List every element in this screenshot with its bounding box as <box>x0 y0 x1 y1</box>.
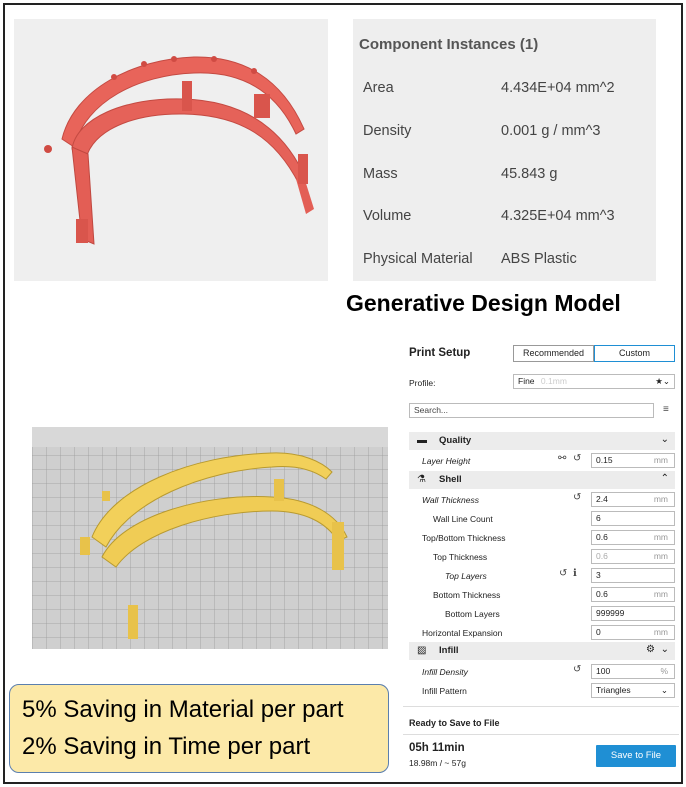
chevron-down-icon: ⌄ <box>660 644 669 655</box>
prop-volume-label: Volume <box>363 208 412 224</box>
prop-mass-label: Mass <box>363 166 398 182</box>
link-icon[interactable]: ⚯ <box>558 453 566 464</box>
infill-icon: ▨ <box>417 645 427 656</box>
infill-density-label: Infill Density <box>422 667 468 677</box>
profile-hint: 0.1mm <box>540 376 567 386</box>
prop-volume-value: 4.325E+04 mm^3 <box>501 208 615 224</box>
custom-mode-button[interactable]: Custom <box>594 345 675 362</box>
prop-density-label: Density <box>363 123 412 139</box>
chevron-down-icon: ⌄ <box>660 685 668 695</box>
search-input[interactable]: Search... <box>409 403 654 418</box>
layer-height-label: Layer Height <box>422 456 471 466</box>
infill-density-value: 100 <box>596 666 611 676</box>
top-bottom-thickness-label: Top/Bottom Thickness <box>422 533 506 543</box>
ready-to-save-label: Ready to Save to File <box>409 718 500 728</box>
infill-pattern-value: Triangles <box>596 685 631 695</box>
infill-pattern-dropdown[interactable]: Triangles ⌄ <box>591 683 675 698</box>
quality-icon: ▬ <box>417 435 427 446</box>
wall-thickness-field[interactable]: 2.4 mm <box>591 492 675 507</box>
reset-icon[interactable]: ↺ <box>573 453 581 464</box>
properties-title: Component Instances (1) <box>359 36 539 53</box>
red-model-render <box>14 19 328 281</box>
prop-material-value: ABS Plastic <box>501 251 577 267</box>
wall-thickness-value: 2.4 <box>596 494 608 504</box>
material-usage: 18.98m / ~ 57g <box>409 758 466 768</box>
reset-icon[interactable]: ↺ <box>559 568 567 579</box>
bottom-layers-label: Bottom Layers <box>445 609 500 619</box>
layer-height-value: 0.15 <box>596 455 613 465</box>
quality-section-label: Quality <box>439 435 472 446</box>
recommended-mode-button[interactable]: Recommended <box>513 345 594 362</box>
unit-label: mm <box>653 589 668 599</box>
gear-icon[interactable]: ⚙ <box>646 644 655 655</box>
infill-density-field[interactable]: 100 % <box>591 664 675 679</box>
infill-section-header[interactable]: ▨ Infill ⚙ ⌄ <box>409 642 675 660</box>
print-setup-title: Print Setup <box>409 347 471 359</box>
bottom-layers-value: 999999 <box>596 608 625 618</box>
info-icon[interactable]: ℹ <box>573 568 577 579</box>
reset-icon[interactable]: ↺ <box>573 492 581 503</box>
properties-panel: Component Instances (1) Area 4.434E+04 m… <box>353 19 656 281</box>
top-layers-value: 3 <box>596 570 601 580</box>
star-chevron-icon: ★⌄ <box>655 376 670 386</box>
profile-value: Fine <box>518 376 535 386</box>
top-bottom-thickness-field[interactable]: 0.6 mm <box>591 530 675 545</box>
chevron-down-icon: ⌄ <box>660 434 669 445</box>
wall-thickness-label: Wall Thickness <box>422 495 479 505</box>
unit-label: mm <box>653 532 668 542</box>
top-layers-field[interactable]: 3 <box>591 568 675 583</box>
horizontal-expansion-field[interactable]: 0 mm <box>591 625 675 640</box>
unit-label: mm <box>653 551 668 561</box>
prop-area-value: 4.434E+04 mm^2 <box>501 80 615 96</box>
infill-pattern-label: Infill Pattern <box>422 686 467 696</box>
prop-mass-value: 45.843 g <box>501 166 558 182</box>
profile-dropdown[interactable]: Fine 0.1mm ★⌄ <box>513 374 675 389</box>
print-time: 05h 11min <box>409 742 465 754</box>
unit-label: mm <box>653 627 668 637</box>
profile-label: Profile: <box>409 378 436 388</box>
savings-callout: 5% Saving in Material per part 2% Saving… <box>9 684 389 773</box>
bottom-thickness-label: Bottom Thickness <box>433 590 501 600</box>
horizontal-expansion-value: 0 <box>596 627 601 637</box>
prop-density-value: 0.001 g / mm^3 <box>501 123 601 139</box>
top-bottom-thickness-value: 0.6 <box>596 532 608 542</box>
print-setup-panel: Print Setup Recommended Custom Profile: … <box>403 340 679 775</box>
quality-section-header[interactable]: ▬ Quality ⌄ <box>409 432 675 450</box>
generative-design-heading: Generative Design Model <box>346 290 621 316</box>
time-saving-text: 2% Saving in Time per part <box>22 733 311 760</box>
save-to-file-button[interactable]: Save to File <box>596 745 676 767</box>
wall-line-count-field[interactable]: 6 <box>591 511 675 526</box>
menu-icon[interactable]: ≡ <box>663 404 669 415</box>
shell-icon: ⚗ <box>417 474 426 485</box>
unit-label: mm <box>653 494 668 504</box>
chevron-up-icon: ⌃ <box>660 473 669 484</box>
divider <box>403 734 679 735</box>
shell-section-label: Shell <box>439 474 462 485</box>
shell-section-header[interactable]: ⚗ Shell ⌃ <box>409 471 675 489</box>
layer-height-field[interactable]: 0.15 mm <box>591 453 675 468</box>
bottom-layers-field[interactable]: 999999 <box>591 606 675 621</box>
material-saving-text: 5% Saving in Material per part <box>22 696 344 723</box>
bottom-thickness-field[interactable]: 0.6 mm <box>591 587 675 602</box>
reset-icon[interactable]: ↺ <box>573 664 581 675</box>
top-thickness-label: Top Thickness <box>433 552 488 562</box>
wall-line-count-label: Wall Line Count <box>433 514 493 524</box>
top-thickness-value: 0.6 <box>596 551 608 561</box>
top-layers-label: Top Layers <box>445 571 487 581</box>
yellow-model-buildplate-render <box>32 427 388 649</box>
infill-section-label: Infill <box>439 645 459 656</box>
horizontal-expansion-label: Horizontal Expansion <box>422 628 503 638</box>
wall-line-count-value: 6 <box>596 513 601 523</box>
unit-label: % <box>660 666 668 676</box>
divider <box>403 706 679 707</box>
unit-label: mm <box>653 455 668 465</box>
prop-area-label: Area <box>363 80 394 96</box>
top-thickness-field[interactable]: 0.6 mm <box>591 549 675 564</box>
prop-material-label: Physical Material <box>363 251 473 267</box>
bottom-thickness-value: 0.6 <box>596 589 608 599</box>
